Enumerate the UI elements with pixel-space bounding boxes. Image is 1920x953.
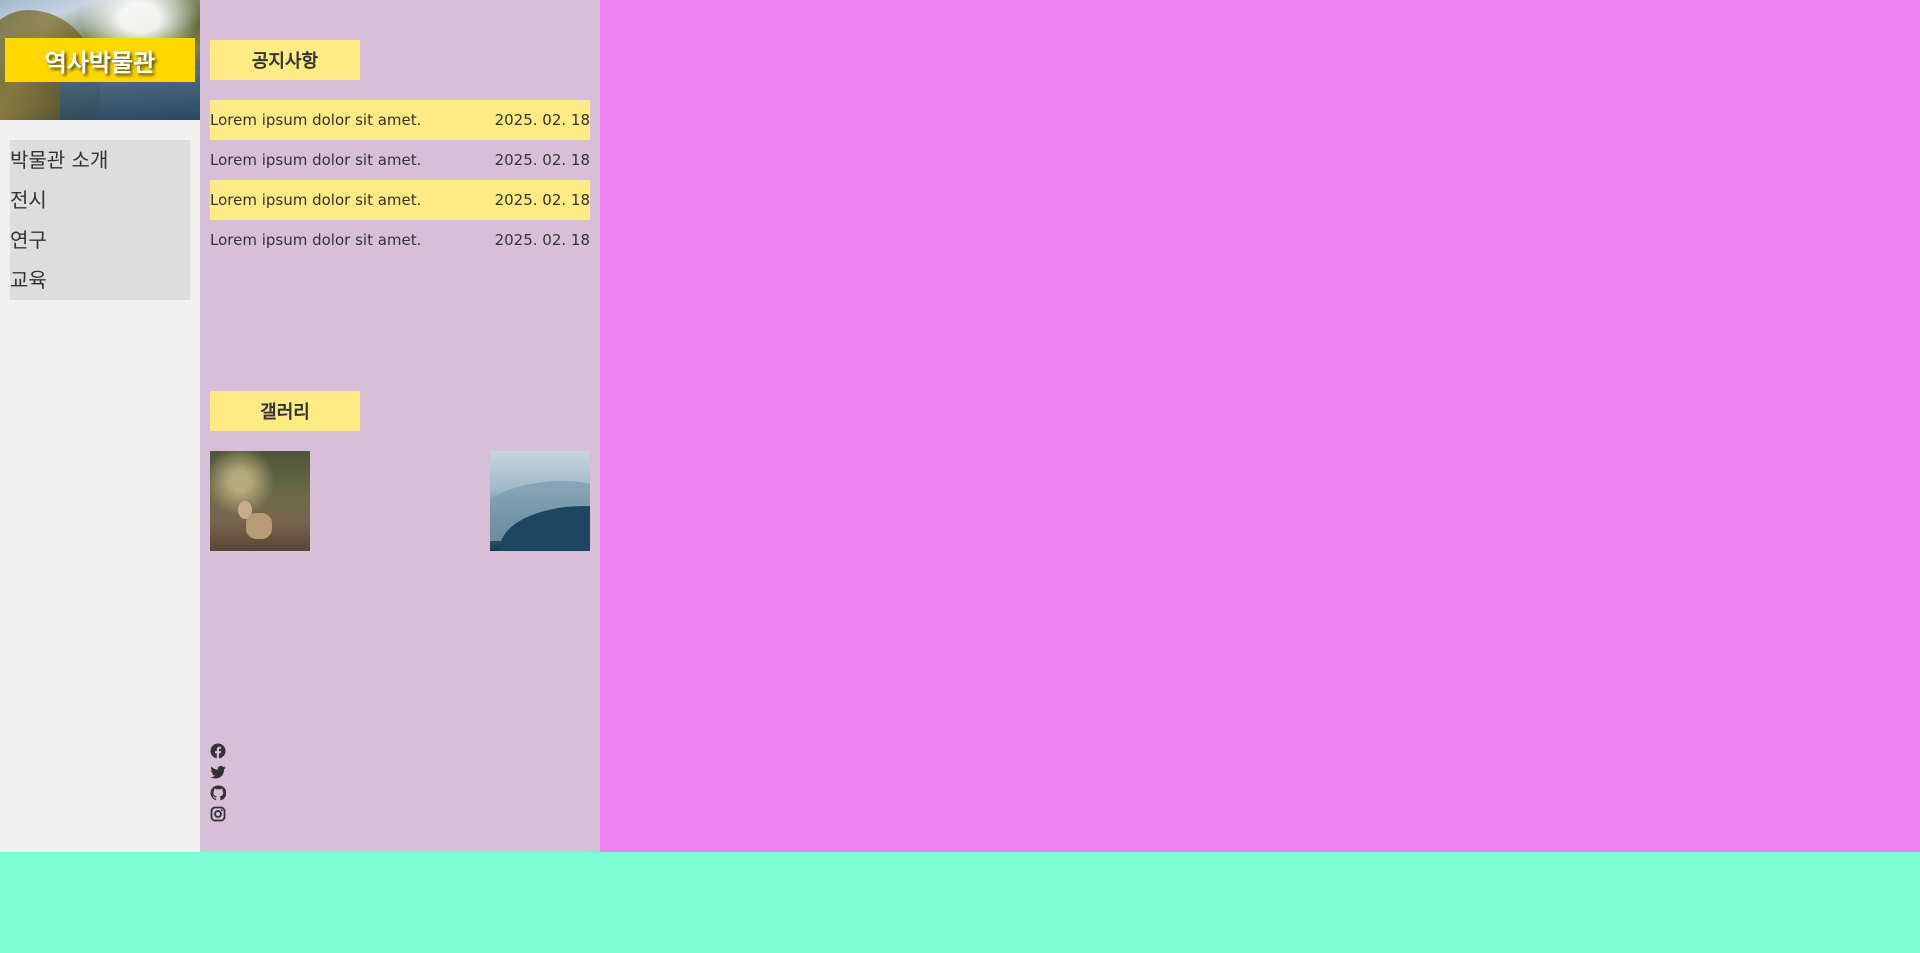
gallery-image-mountains[interactable] [490, 451, 590, 551]
notice-date: 2025. 02. 18 [494, 111, 590, 129]
notice-text: Lorem ipsum dolor sit amet. [210, 191, 422, 209]
notice-text: Lorem ipsum dolor sit amet. [210, 111, 422, 129]
instagram-icon[interactable] [210, 806, 226, 822]
gallery-image-deer[interactable] [210, 451, 310, 551]
page-footer [0, 852, 1920, 953]
twitter-icon[interactable] [210, 764, 226, 780]
notice-date: 2025. 02. 18 [494, 151, 590, 169]
notice-item[interactable]: Lorem ipsum dolor sit amet. 2025. 02. 18 [210, 220, 590, 260]
notice-date: 2025. 02. 18 [494, 191, 590, 209]
nav-item-education[interactable]: 교육 [10, 260, 190, 300]
notice-item[interactable]: Lorem ipsum dolor sit amet. 2025. 02. 18 [210, 140, 590, 180]
facebook-icon[interactable] [210, 743, 226, 759]
notice-item[interactable]: Lorem ipsum dolor sit amet. 2025. 02. 18 [210, 100, 590, 140]
main-nav: 박물관 소개 전시 연구 교육 [10, 140, 190, 300]
notice-date: 2025. 02. 18 [494, 231, 590, 249]
notice-title: 공지사항 [210, 40, 360, 80]
notice-text: Lorem ipsum dolor sit amet. [210, 231, 422, 249]
nav-item-exhibition[interactable]: 전시 [10, 180, 190, 220]
social-links [210, 743, 226, 822]
site-logo[interactable]: 역사박물관 [5, 38, 195, 82]
left-sidebar: 역사박물관 박물관 소개 전시 연구 교육 [0, 0, 200, 852]
notice-text: Lorem ipsum dolor sit amet. [210, 151, 422, 169]
nav-item-about[interactable]: 박물관 소개 [10, 140, 190, 180]
github-icon[interactable] [210, 785, 226, 801]
deer-body-shape [246, 513, 272, 539]
content-column: 공지사항 Lorem ipsum dolor sit amet. 2025. 0… [200, 0, 600, 852]
logo-banner[interactable]: 역사박물관 [0, 0, 200, 120]
notice-item[interactable]: Lorem ipsum dolor sit amet. 2025. 02. 18 [210, 180, 590, 220]
nav-item-research[interactable]: 연구 [10, 220, 190, 260]
gallery-title: 갤러리 [210, 391, 360, 431]
notice-list: Lorem ipsum dolor sit amet. 2025. 02. 18… [210, 100, 590, 260]
